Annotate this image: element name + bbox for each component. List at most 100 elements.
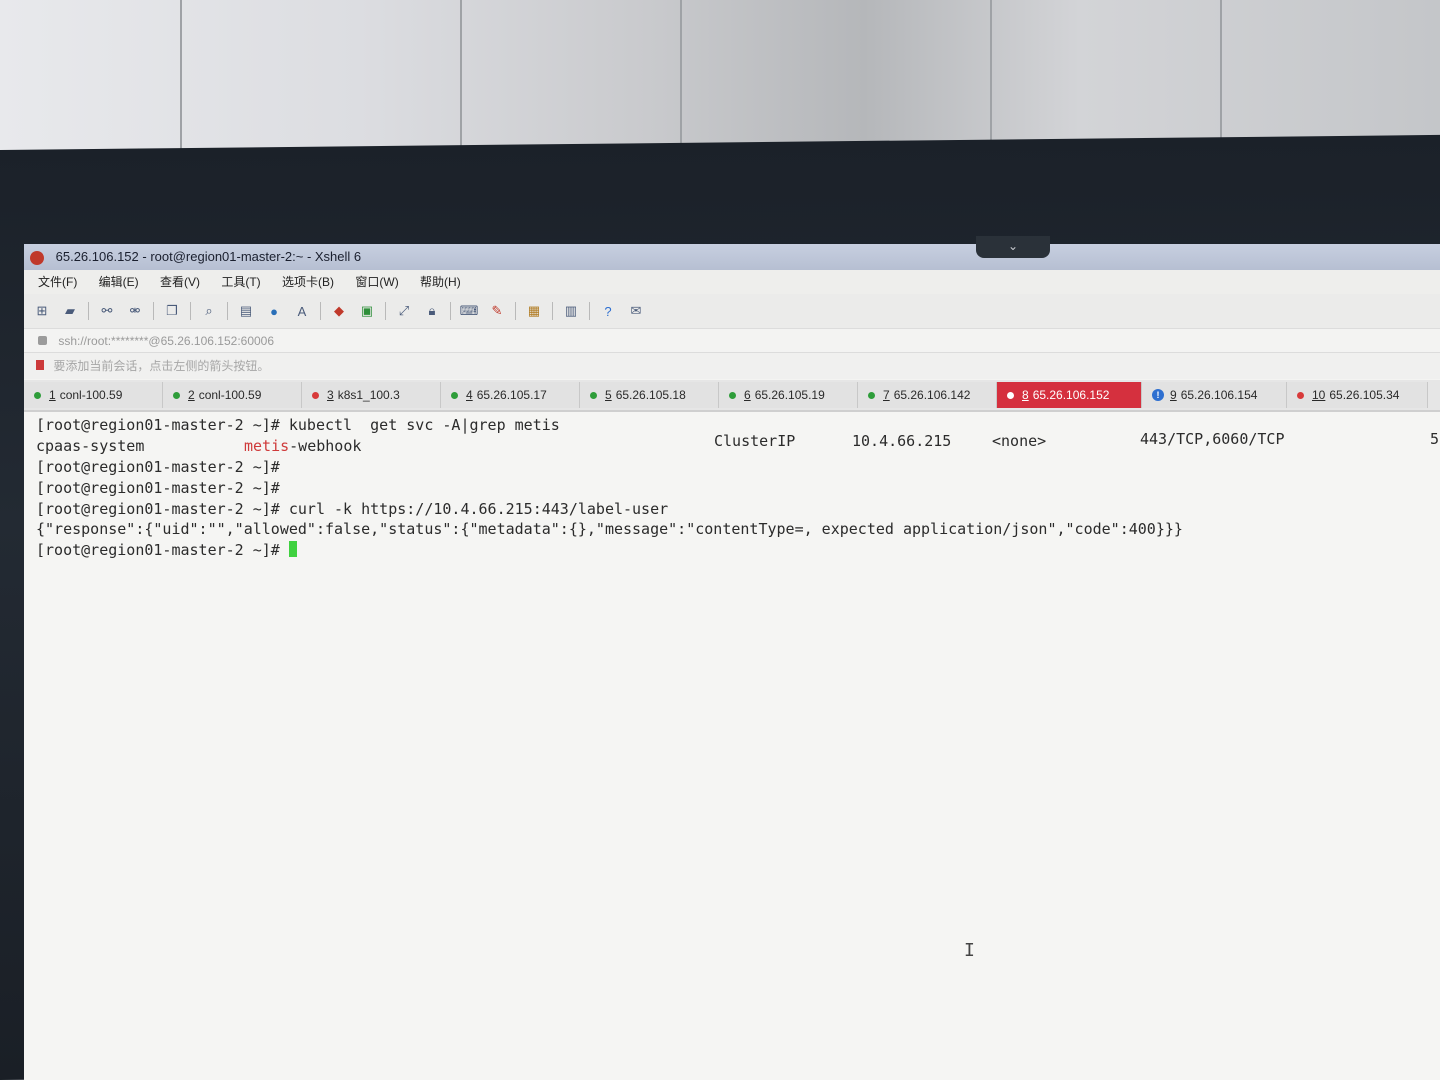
- globe-icon[interactable]: ●: [264, 302, 284, 320]
- service-name-cell: metis-webhook: [244, 437, 361, 455]
- connect-icon[interactable]: ⚯: [97, 302, 117, 320]
- xftp-icon[interactable]: ◆: [329, 302, 349, 320]
- status-dot-icon: [1297, 391, 1304, 399]
- toolbar-divider: [88, 302, 89, 320]
- properties-icon[interactable]: ▤: [236, 302, 256, 320]
- status-dot-icon: [729, 391, 736, 399]
- open-folder-icon[interactable]: ▰: [60, 302, 80, 320]
- tab-label: 65.26.105.19: [754, 388, 825, 402]
- status-dot-icon: [173, 391, 180, 399]
- terminal-line: cpaas-system: [36, 437, 144, 455]
- xshell-app-icon: [30, 250, 44, 265]
- tab-number: 4: [466, 388, 473, 402]
- tab-7[interactable]: 7 65.26.106.142: [858, 382, 997, 408]
- cabinet-edge: [680, 0, 682, 160]
- toolbar-divider: [450, 302, 451, 320]
- tab-3[interactable]: 3 k8s1_100.3: [302, 382, 441, 408]
- window-title: 65.26.106.152 - root@region01-master-2:~…: [55, 249, 362, 264]
- cluster-ip-cell: 10.4.66.215: [852, 432, 952, 450]
- service-type-cell: ClusterIP: [714, 432, 796, 450]
- layout-icon[interactable]: ▥: [561, 302, 581, 320]
- fullscreen-icon[interactable]: ⤢: [394, 302, 414, 320]
- keyboard-icon[interactable]: ⌨: [459, 302, 479, 320]
- address-bar[interactable]: ssh://root:********@65.26.106.152:60006: [24, 328, 1440, 353]
- age-cell: 5: [1430, 430, 1440, 448]
- script-icon[interactable]: ▣: [357, 302, 377, 320]
- disconnect-icon[interactable]: ⚮: [125, 302, 145, 320]
- status-dot-icon: [34, 391, 41, 399]
- menu-bar: 文件(F) 编辑(E) 查看(V) 工具(T) 选项卡(B) 窗口(W) 帮助(…: [24, 270, 1440, 294]
- cabinet-edge: [990, 0, 992, 160]
- tab-number: 2: [188, 388, 195, 402]
- text-cursor: [288, 541, 297, 557]
- tab-5[interactable]: 5 65.26.105.18: [580, 382, 719, 408]
- status-dot-icon: [1007, 391, 1014, 399]
- toolbar-divider: [190, 302, 191, 320]
- highlight-icon[interactable]: ✎: [487, 302, 507, 320]
- toolbar-divider: [320, 302, 321, 320]
- transfer-icon[interactable]: ▦: [524, 302, 544, 320]
- toolbar: ⊞ ▰ ⚯ ⚮ ❐ ⌕ ▤ ● A ◆ ▣ ⤢ 🔒︎ ⌨ ✎ ▦ ▥ ? ✉: [24, 294, 1440, 328]
- tab-4[interactable]: 4 65.26.105.17: [441, 382, 580, 408]
- tab-number: 6: [744, 388, 751, 402]
- terminal-prompt-line: [root@region01-master-2 ~]#: [36, 541, 297, 559]
- grep-match: metis: [244, 437, 290, 455]
- terminal-line: [root@region01-master-2 ~]# kubectl get …: [36, 416, 560, 434]
- status-dot-icon: [312, 391, 319, 399]
- new-session-icon[interactable]: ⊞: [32, 302, 52, 320]
- mouse-ibeam-icon: I: [964, 940, 975, 961]
- tab-1[interactable]: 1 conl-100.59: [24, 382, 163, 408]
- tab-10[interactable]: 10 65.26.105.34: [1287, 382, 1428, 408]
- tab-label: conl-100.59: [198, 388, 262, 402]
- terminal-line: [root@region01-master-2 ~]#: [36, 458, 280, 476]
- menu-tabs[interactable]: 选项卡(B): [278, 270, 338, 294]
- external-ip-cell: <none>: [992, 432, 1047, 450]
- menu-tools[interactable]: 工具(T): [217, 270, 264, 294]
- tab-label: conl-100.59: [59, 388, 123, 402]
- address-text: ssh://root:********@65.26.106.152:60006: [58, 334, 275, 348]
- help-icon[interactable]: ?: [598, 302, 618, 320]
- search-icon[interactable]: ⌕: [199, 302, 219, 320]
- chat-icon[interactable]: ✉: [626, 302, 646, 320]
- flag-icon[interactable]: [36, 360, 44, 370]
- service-name-rest: -webhook: [289, 437, 362, 455]
- tab-number: 9: [1170, 388, 1177, 402]
- tab-label: 65.26.105.18: [615, 388, 686, 402]
- namespace-cell: cpaas-system: [36, 437, 145, 455]
- tab-label: 65.26.105.34: [1329, 388, 1400, 402]
- tab-9[interactable]: ! 9 65.26.106.154: [1142, 382, 1287, 408]
- title-bar: 65.26.106.152 - root@region01-master-2:~…: [24, 244, 1440, 270]
- menu-edit[interactable]: 编辑(E): [95, 270, 143, 294]
- toolbar-divider: [153, 302, 154, 320]
- menu-window[interactable]: 窗口(W): [351, 270, 402, 294]
- copy-icon[interactable]: ❐: [162, 302, 182, 320]
- prompt-text: [root@region01-master-2 ~]#: [36, 541, 289, 559]
- tab-number: 3: [327, 388, 334, 402]
- cabinet-edge: [460, 0, 462, 160]
- tab-8-active[interactable]: 8 65.26.106.152: [997, 382, 1142, 408]
- tab-label: k8s1_100.3: [337, 388, 400, 402]
- menu-help[interactable]: 帮助(H): [416, 270, 465, 294]
- dropdown-handle-icon[interactable]: ⌄: [976, 236, 1050, 258]
- session-tabs: 1 conl-100.59 2 conl-100.59 3 k8s1_100.3…: [24, 380, 1440, 412]
- tab-number: 7: [883, 388, 890, 402]
- tab-6[interactable]: 6 65.26.105.19: [719, 382, 858, 408]
- tab-number: 8: [1022, 388, 1029, 402]
- status-dot-icon: [451, 391, 458, 399]
- terminal-line: [root@region01-master-2 ~]# curl -k http…: [36, 500, 669, 518]
- xshell-window: 65.26.106.152 - root@region01-master-2:~…: [24, 244, 1440, 1080]
- status-dot-icon: [590, 391, 597, 399]
- session-hint-bar: 要添加当前会话，点击左侧的箭头按钮。: [24, 352, 1440, 379]
- status-dot-icon: [868, 391, 875, 399]
- menu-file[interactable]: 文件(F): [34, 270, 81, 294]
- cabinet-edge: [180, 0, 182, 160]
- tab-label: 65.26.106.142: [893, 388, 971, 402]
- tab-number: 10: [1312, 388, 1326, 402]
- toolbar-divider: [385, 302, 386, 320]
- font-icon[interactable]: A: [292, 302, 312, 320]
- tab-2[interactable]: 2 conl-100.59: [163, 382, 302, 408]
- menu-view[interactable]: 查看(V): [156, 270, 204, 294]
- ports-cell: 443/TCP,6060/TCP: [1140, 430, 1285, 448]
- terminal-output[interactable]: [root@region01-master-2 ~]# kubectl get …: [24, 412, 1440, 1080]
- lock-icon[interactable]: 🔒︎: [422, 302, 442, 320]
